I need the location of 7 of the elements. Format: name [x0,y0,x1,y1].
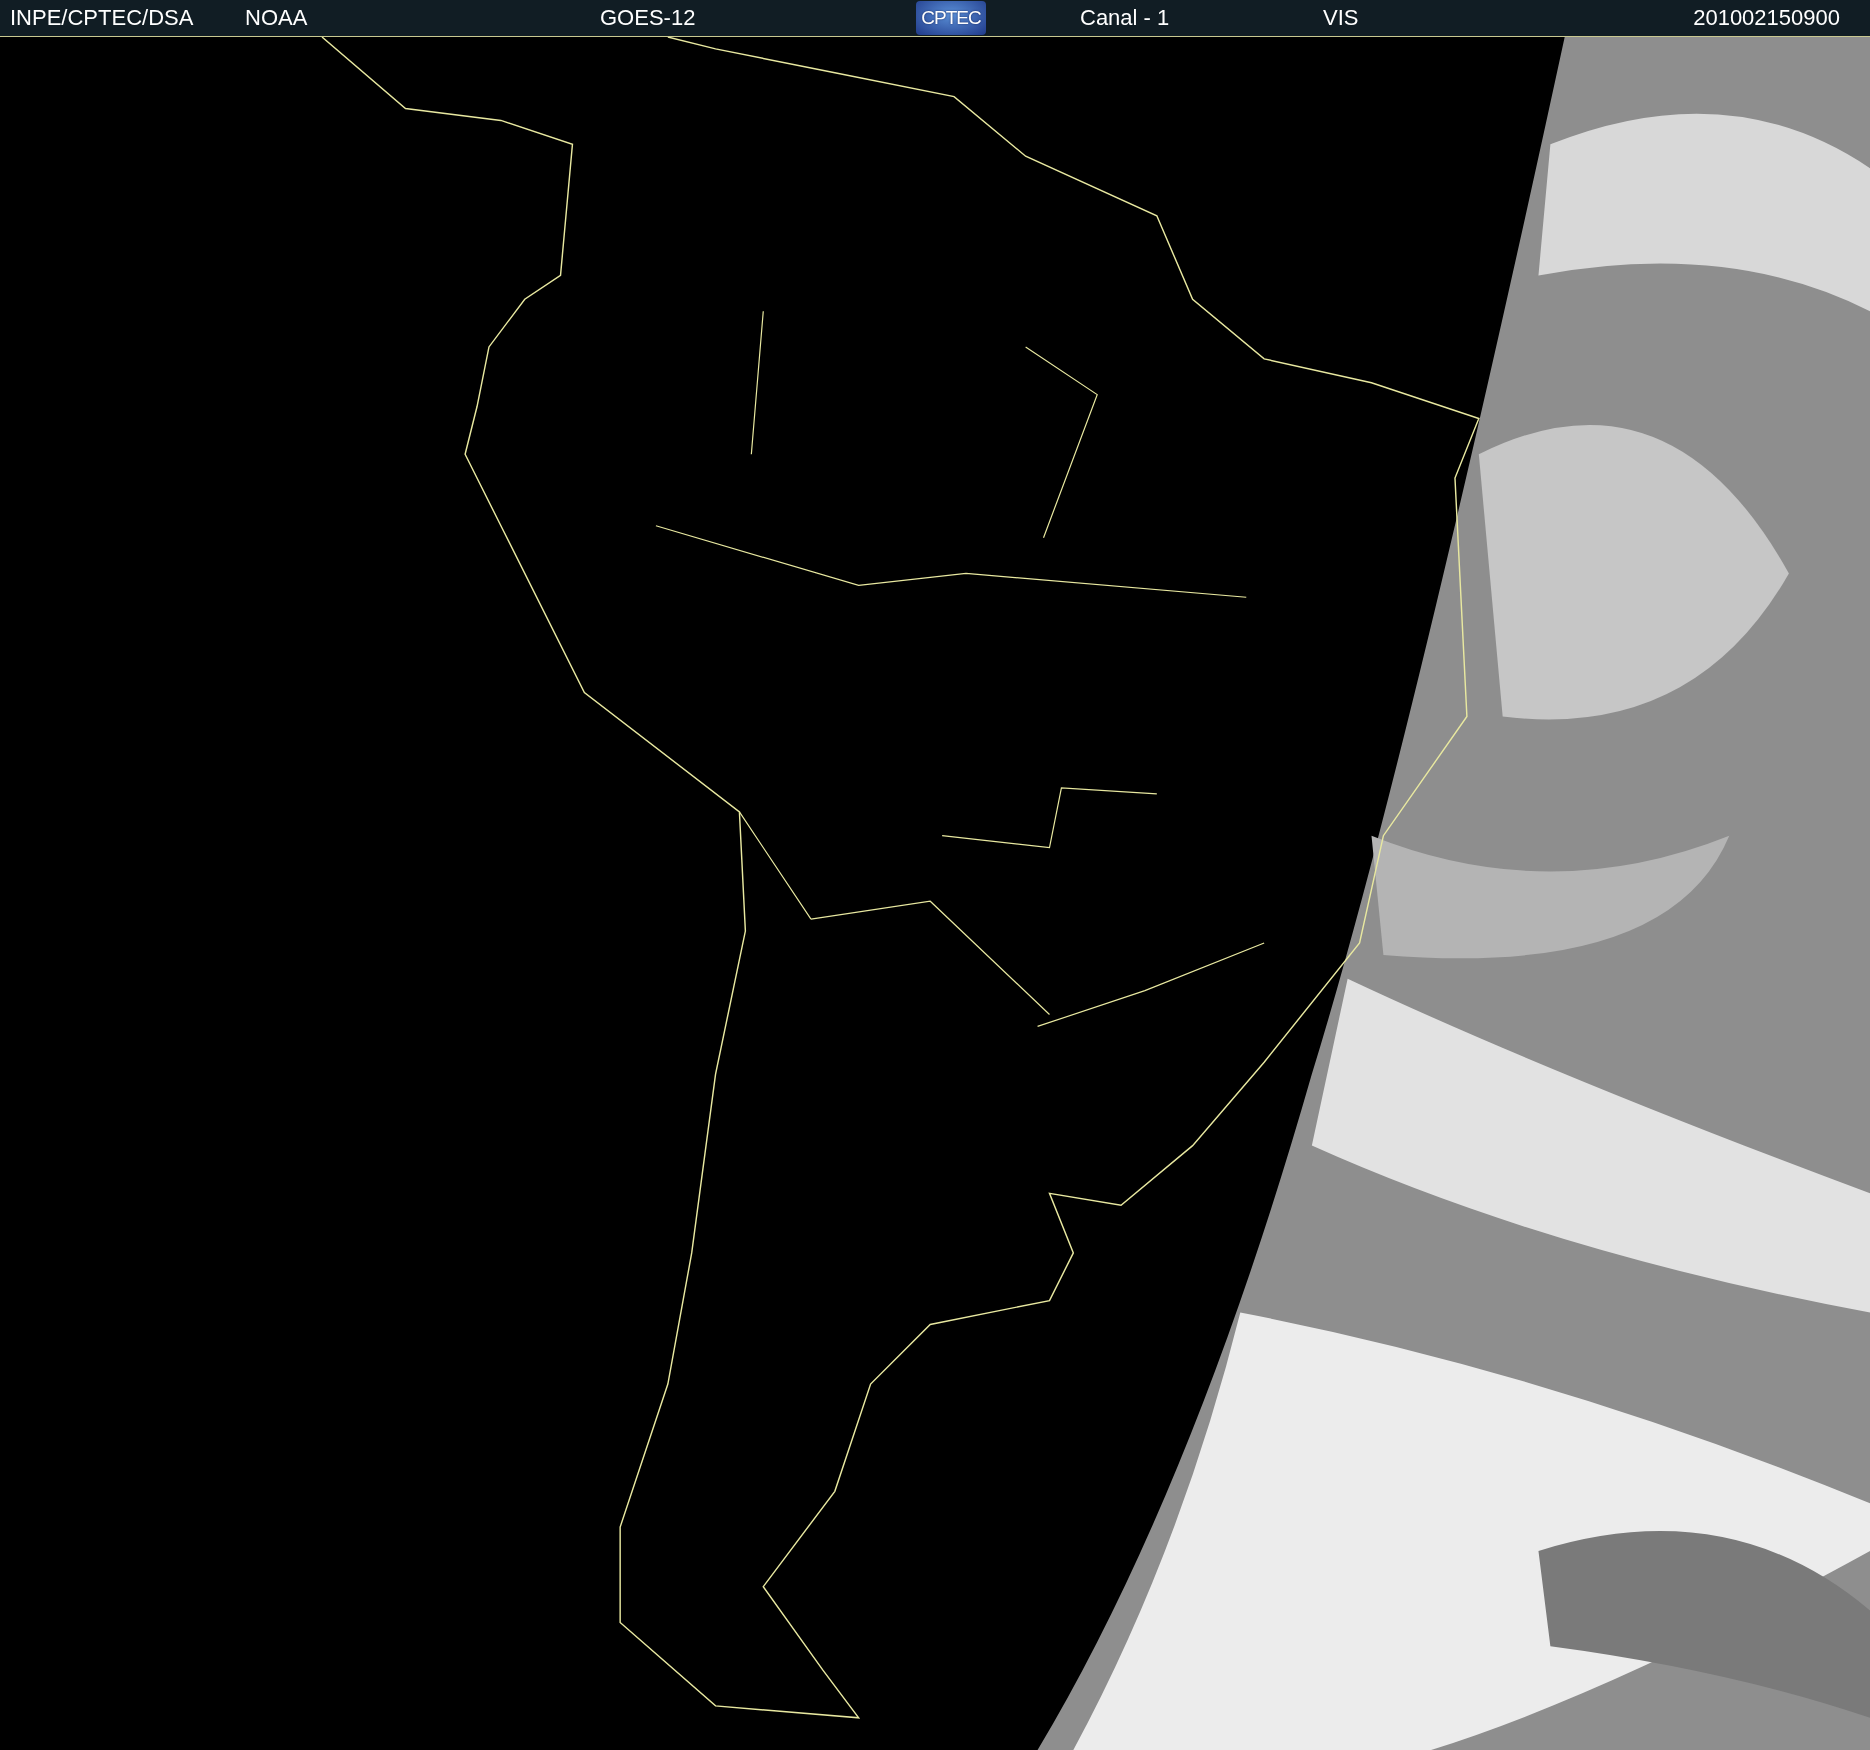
header-label: 201002150900 [1693,5,1840,30]
header-label: Canal - 1 [1080,5,1170,30]
header-label: NOAA [245,5,308,30]
header-label: VIS [1323,5,1359,30]
header-label: INPE/CPTEC/DSA [10,5,194,30]
logo: CPTEC [916,1,986,35]
header-label: GOES-12 [600,5,696,30]
